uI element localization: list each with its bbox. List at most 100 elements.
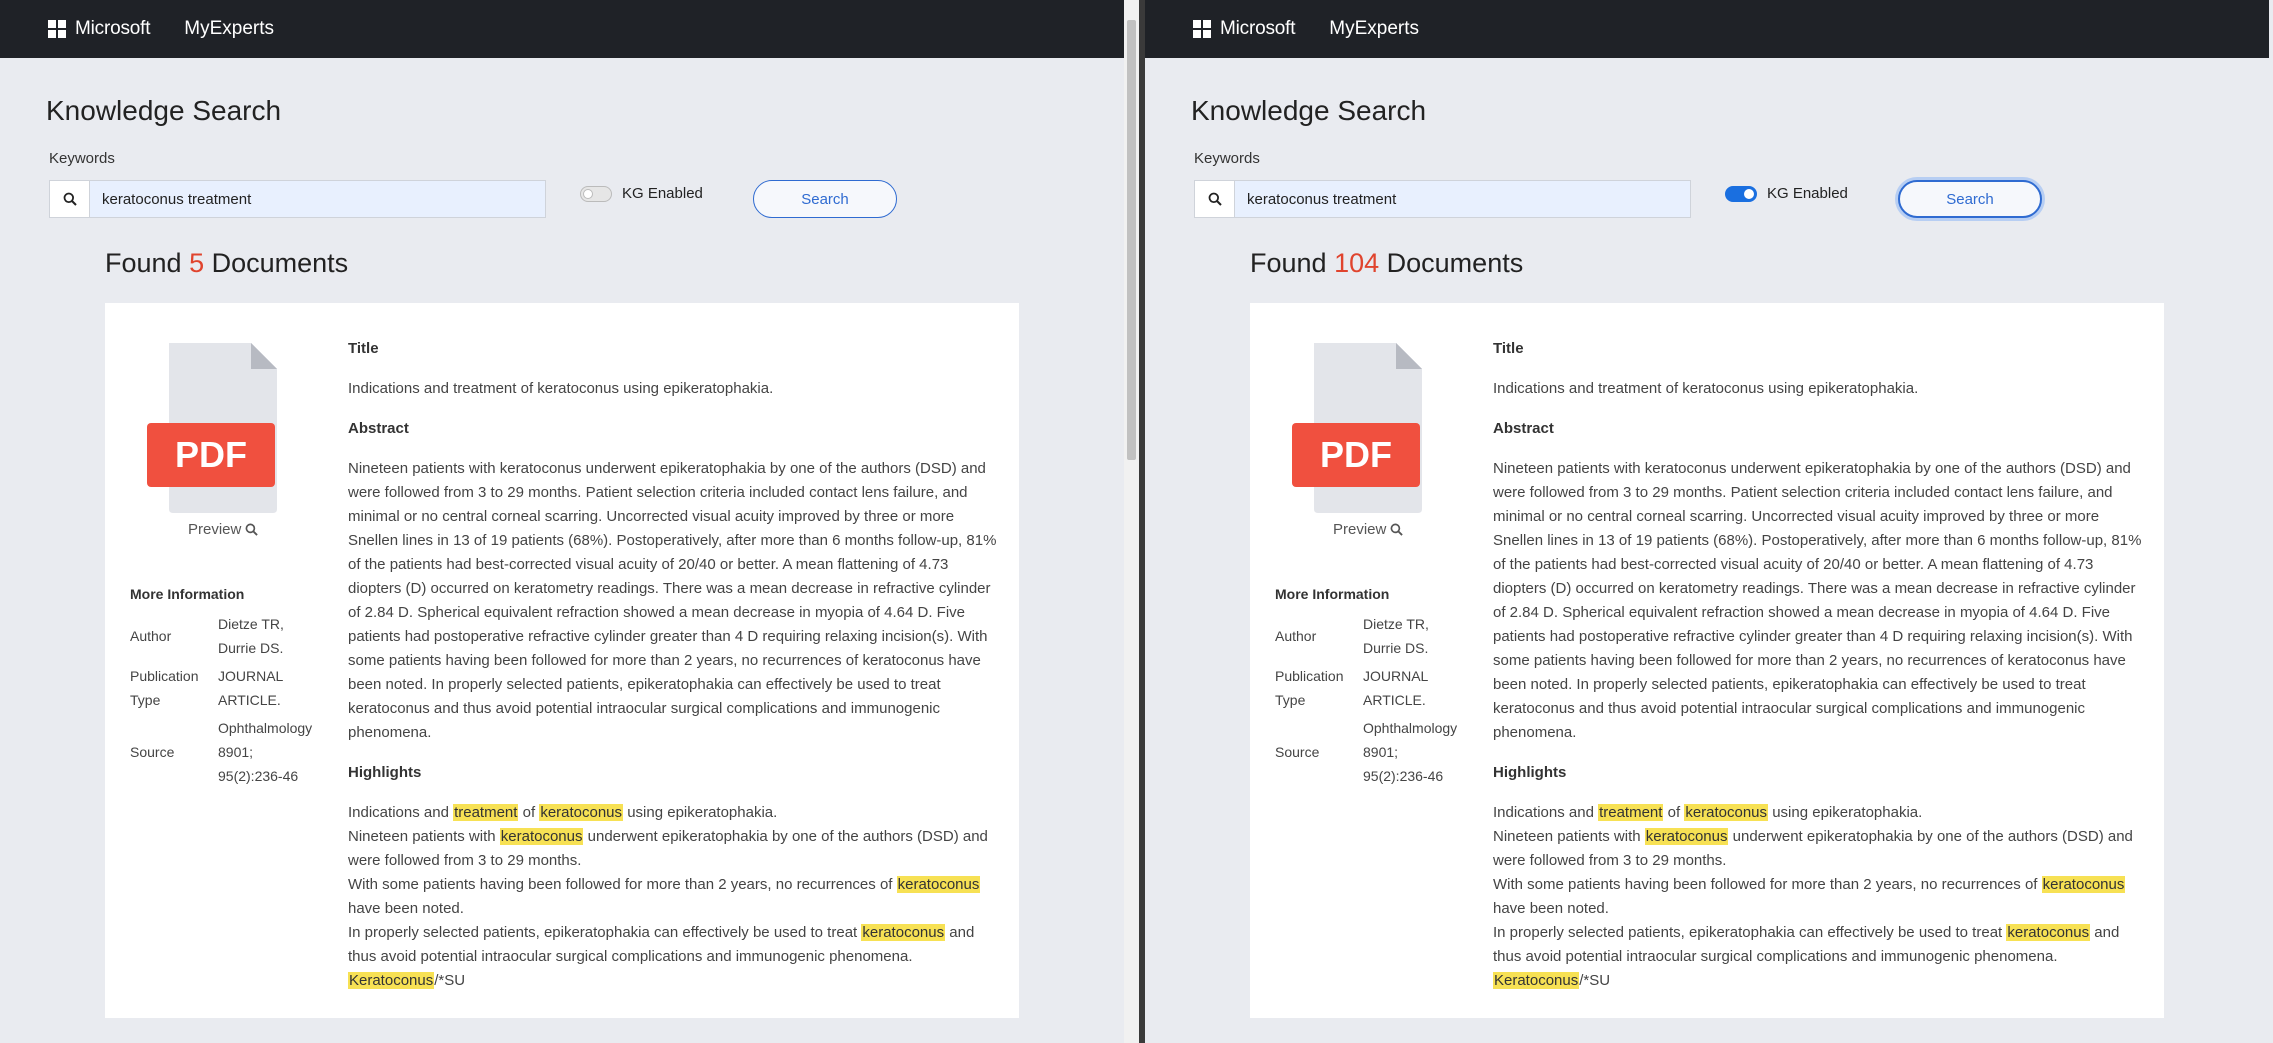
more-info-heading: More Information xyxy=(130,586,245,602)
highlight-text: have been noted. xyxy=(1493,900,1609,917)
results-count: Found 5 Documents xyxy=(105,248,348,279)
kg-toggle-label: KG Enabled xyxy=(622,185,703,202)
info-row-publication-type: Publication Type JOURNAL ARTICLE. xyxy=(1275,662,1463,714)
abstract-heading: Abstract xyxy=(348,420,409,437)
info-key: Source xyxy=(1275,744,1320,760)
info-row-source: Source Ophthalmology 8901; 95(2):236-46 xyxy=(1275,714,1463,790)
app-name[interactable]: MyExperts xyxy=(184,18,274,40)
search-button[interactable]: Search xyxy=(753,180,897,218)
highlight-text: In properly selected patients, epikerato… xyxy=(1493,924,2007,941)
info-value: Ophthalmology 8901; 95(2):236-46 xyxy=(218,720,313,784)
highlight-text: using epikeratophakia. xyxy=(1768,804,1923,821)
highlighted-term: treatment xyxy=(1598,804,1664,821)
keywords-label: Keywords xyxy=(49,150,115,167)
pdf-file-icon[interactable]: PDF xyxy=(1292,343,1422,518)
left-pane-scrollbar[interactable] xyxy=(1124,0,1139,1043)
highlight-line: With some patients having been followed … xyxy=(348,873,998,921)
highlighted-term: keratoconus xyxy=(499,828,584,845)
results-count: Found 104 Documents xyxy=(1250,248,1523,279)
highlight-line: In properly selected patients, epikerato… xyxy=(1493,921,2143,969)
found-suffix: Documents xyxy=(1386,248,1524,278)
search-input[interactable] xyxy=(1235,190,1675,208)
pdf-label: PDF xyxy=(175,434,247,475)
title-heading: Title xyxy=(1493,340,1524,357)
highlight-text: of xyxy=(518,804,540,821)
highlight-text: Indications and xyxy=(348,804,454,821)
found-prefix: Found xyxy=(105,248,182,278)
more-information: More Information Author Dietze TR, Durri… xyxy=(1275,586,1463,790)
top-bar: Microsoft MyExperts xyxy=(1145,0,2269,58)
document-title: Indications and treatment of keratoconus… xyxy=(348,380,774,397)
highlighted-term: keratoconus xyxy=(2041,876,2126,893)
kg-switch[interactable] xyxy=(1725,185,1757,202)
scrollbar-thumb[interactable] xyxy=(1127,20,1136,460)
highlights-heading: Highlights xyxy=(348,764,422,781)
highlight-line: Keratoconus/*SU xyxy=(348,969,998,993)
document-content: Title Indications and treatment of kerat… xyxy=(348,337,998,993)
brand-name: Microsoft xyxy=(1220,18,1296,39)
highlighted-term: keratoconus xyxy=(1684,804,1769,821)
more-information: More Information Author Dietze TR, Durri… xyxy=(130,586,318,790)
highlight-line: Indications and treatment of keratoconus… xyxy=(1493,801,2143,825)
pdf-label: PDF xyxy=(1320,434,1392,475)
info-key: Publication Type xyxy=(130,668,199,708)
highlights-list: Indications and treatment of keratoconus… xyxy=(1493,801,2143,993)
highlighted-term: keratoconus xyxy=(539,804,624,821)
search-icon xyxy=(50,181,90,217)
microsoft-logo-icon xyxy=(48,20,66,38)
page-title: Knowledge Search xyxy=(1191,95,1427,126)
highlighted-term: keratoconus xyxy=(861,924,946,941)
top-bar: Microsoft MyExperts xyxy=(0,0,1124,58)
preview-link[interactable]: Preview xyxy=(188,521,259,538)
document-card: PDF Preview More Information Author Diet… xyxy=(1250,303,2164,1018)
info-row-author: Author Dietze TR, Durrie DS. xyxy=(130,610,318,662)
brand-name: Microsoft xyxy=(75,18,151,39)
highlight-text: of xyxy=(1663,804,1685,821)
highlight-text: In properly selected patients, epikerato… xyxy=(348,924,862,941)
title-heading: Title xyxy=(348,340,379,357)
app-name[interactable]: MyExperts xyxy=(1329,18,1419,40)
preview-link[interactable]: Preview xyxy=(1333,521,1404,538)
pdf-file-icon[interactable]: PDF xyxy=(147,343,277,518)
info-key: Source xyxy=(130,744,175,760)
highlight-text: Nineteen patients with xyxy=(1493,828,1645,845)
page-title: Knowledge Search xyxy=(46,95,282,126)
info-row-author: Author Dietze TR, Durrie DS. xyxy=(1275,610,1463,662)
highlights-heading: Highlights xyxy=(1493,764,1567,781)
search-box xyxy=(1194,180,1691,218)
magnifier-icon xyxy=(1390,523,1404,536)
preview-label: Preview xyxy=(1333,521,1387,538)
search-input[interactable] xyxy=(90,190,530,208)
highlighted-term: treatment xyxy=(453,804,519,821)
highlight-text: Indications and xyxy=(1493,804,1599,821)
document-abstract: Nineteen patients with keratoconus under… xyxy=(1493,460,2142,741)
highlighted-term: Keratoconus xyxy=(348,972,435,989)
keywords-label: Keywords xyxy=(1194,150,1260,167)
document-title: Indications and treatment of keratoconus… xyxy=(1493,380,1919,397)
highlight-line: Indications and treatment of keratoconus… xyxy=(348,801,998,825)
highlight-line: Nineteen patients with keratoconus under… xyxy=(348,825,998,873)
search-icon xyxy=(1195,181,1235,217)
kg-toggle[interactable]: KG Enabled xyxy=(580,185,703,202)
info-value: Dietze TR, Durrie DS. xyxy=(1363,616,1429,656)
highlight-line: With some patients having been followed … xyxy=(1493,873,2143,921)
search-box xyxy=(49,180,546,218)
info-key: Author xyxy=(1275,628,1317,644)
kg-switch[interactable] xyxy=(580,185,612,202)
highlight-text: With some patients having been followed … xyxy=(1493,876,2042,893)
kg-toggle[interactable]: KG Enabled xyxy=(1725,185,1848,202)
found-count: 5 xyxy=(189,248,205,278)
microsoft-logo-icon xyxy=(1193,20,1211,38)
search-button[interactable]: Search xyxy=(1898,180,2042,218)
right-pane: Microsoft MyExperts Knowledge Search Key… xyxy=(1145,0,2269,1043)
highlight-text: With some patients having been followed … xyxy=(348,876,897,893)
highlighted-term: keratoconus xyxy=(1644,828,1729,845)
highlighted-term: keratoconus xyxy=(2006,924,2091,941)
info-row-publication-type: Publication Type JOURNAL ARTICLE. xyxy=(130,662,318,714)
highlight-text: /*SU xyxy=(434,972,466,989)
document-abstract: Nineteen patients with keratoconus under… xyxy=(348,460,997,741)
highlight-text: Nineteen patients with xyxy=(348,828,500,845)
highlights-list: Indications and treatment of keratoconus… xyxy=(348,801,998,993)
found-prefix: Found xyxy=(1250,248,1327,278)
info-key: Publication Type xyxy=(1275,668,1344,708)
